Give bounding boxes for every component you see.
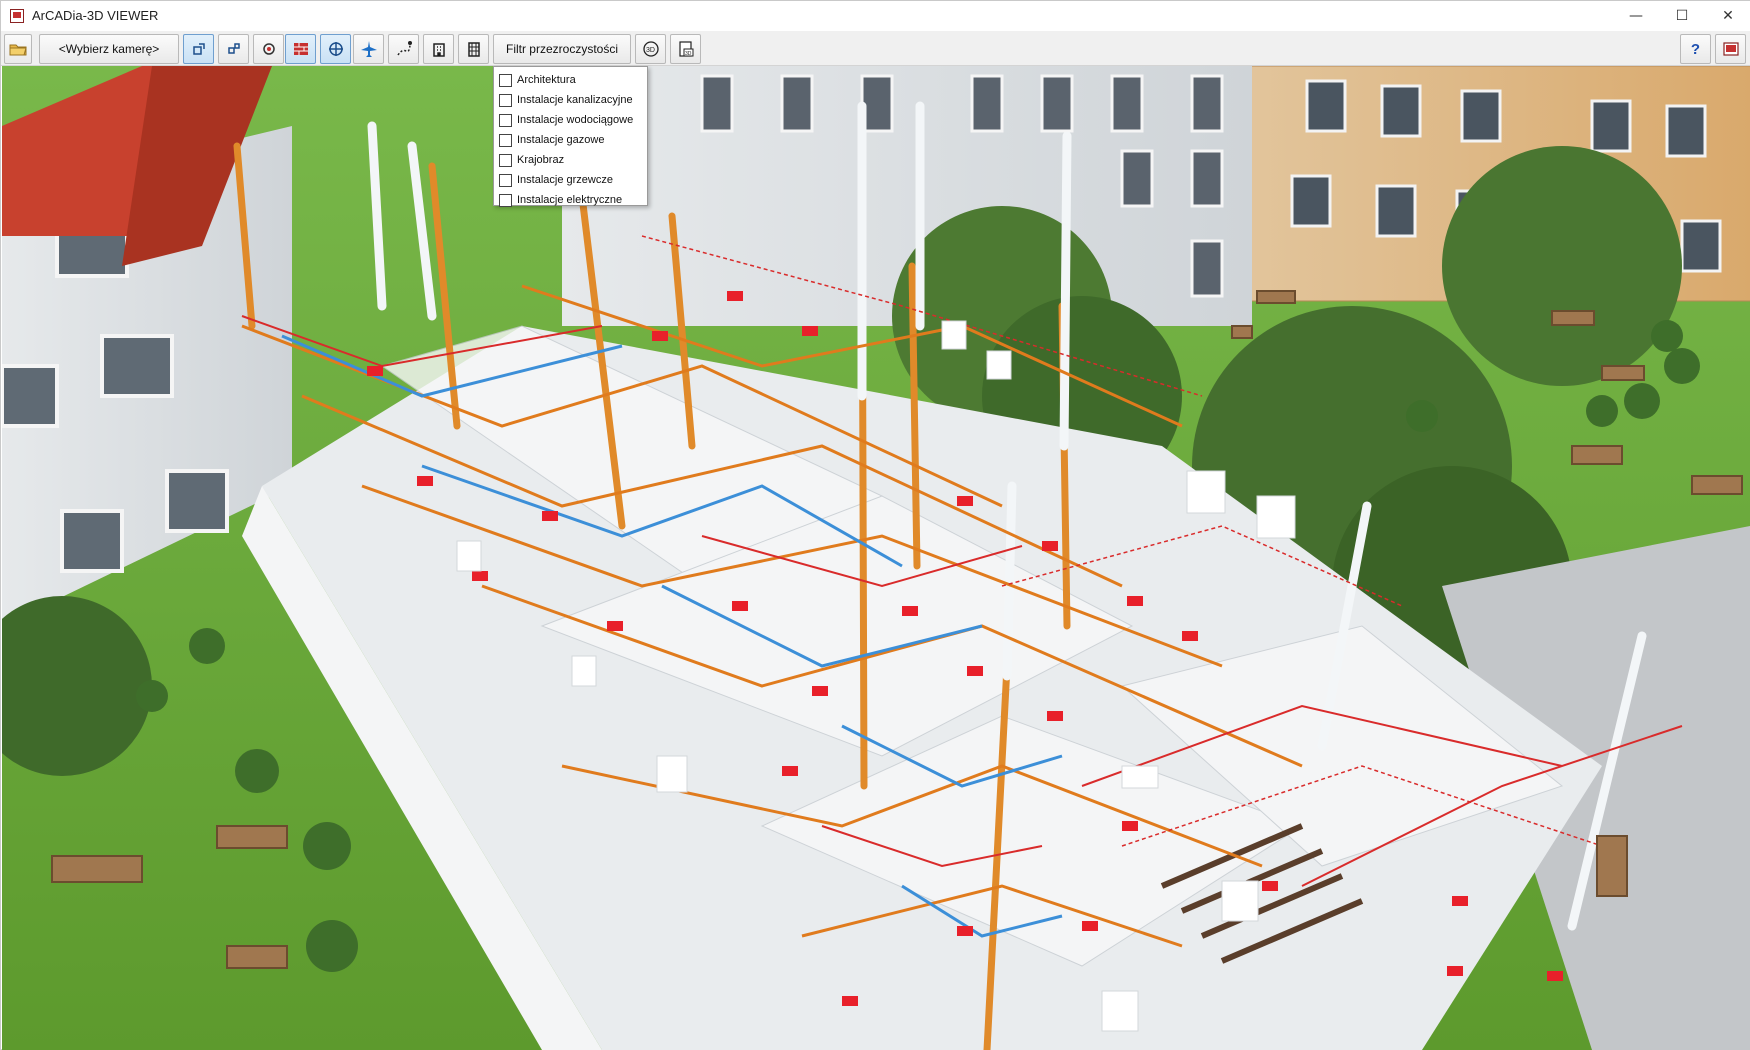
filter-item-architektura[interactable]: Architektura bbox=[494, 70, 647, 90]
filter-item-label: Instalacje wodociągowe bbox=[517, 114, 634, 126]
walk-mode-button[interactable] bbox=[320, 34, 351, 64]
section-view-button[interactable] bbox=[423, 34, 454, 64]
filter-item-elektryczne[interactable]: Instalacje elektryczne bbox=[494, 190, 647, 210]
maximize-button[interactable]: ☐ bbox=[1659, 1, 1705, 31]
checkbox[interactable] bbox=[499, 133, 512, 147]
wall-mode-button[interactable] bbox=[285, 34, 316, 64]
transparency-filter-menu: Architektura Instalacje kanalizacyjne In… bbox=[493, 66, 648, 207]
camera-select-button[interactable]: <Wybierz kamerę> bbox=[39, 34, 179, 64]
path-icon bbox=[396, 41, 412, 56]
close-button[interactable]: ✕ bbox=[1705, 1, 1750, 31]
building-section-icon bbox=[432, 43, 445, 57]
svg-text:3D: 3D bbox=[685, 51, 692, 57]
floors-view-button[interactable] bbox=[458, 34, 489, 64]
building-floors-icon bbox=[467, 42, 480, 57]
wall-icon bbox=[293, 43, 308, 55]
camera-pan-icon bbox=[227, 43, 240, 54]
app-logo-icon bbox=[1722, 42, 1739, 56]
export-image-button[interactable]: 3D bbox=[670, 34, 701, 64]
filter-item-label: Krajobraz bbox=[517, 154, 565, 166]
filter-item-label: Instalacje kanalizacyjne bbox=[517, 94, 633, 106]
path-mode-button[interactable] bbox=[388, 34, 419, 64]
open-folder-button[interactable] bbox=[4, 34, 32, 64]
rotate-3d-button[interactable]: 3D bbox=[635, 34, 666, 64]
checkbox[interactable] bbox=[499, 173, 512, 187]
app-window: ArCADia-3D VIEWER — ☐ ✕ <Wybierz kamerę> bbox=[0, 0, 1750, 1050]
filter-item-grzewcze[interactable]: Instalacje grzewcze bbox=[494, 170, 647, 190]
filter-item-label: Instalacje grzewcze bbox=[517, 174, 613, 186]
checkbox[interactable] bbox=[499, 153, 512, 167]
transparency-filter-button[interactable]: Filtr przezroczystości bbox=[493, 34, 631, 64]
svg-text:3D: 3D bbox=[646, 47, 655, 54]
checkbox[interactable] bbox=[499, 73, 512, 87]
fly-icon bbox=[360, 41, 377, 57]
walk-icon bbox=[328, 42, 343, 56]
app-icon bbox=[10, 9, 24, 23]
filter-item-label: Architektura bbox=[517, 74, 576, 86]
toolbar: <Wybierz kamerę> Filtr przezroczystości bbox=[1, 31, 1750, 66]
minimize-button[interactable]: — bbox=[1613, 1, 1659, 31]
filter-item-wodociagowe[interactable]: Instalacje wodociągowe bbox=[494, 110, 647, 130]
title-bar: ArCADia-3D VIEWER — ☐ ✕ bbox=[1, 1, 1750, 31]
3d-viewport[interactable] bbox=[2, 66, 1750, 1050]
fly-mode-button[interactable] bbox=[353, 34, 384, 64]
filter-item-kanalizacyjne[interactable]: Instalacje kanalizacyjne bbox=[494, 90, 647, 110]
filter-item-krajobraz[interactable]: Krajobraz bbox=[494, 150, 647, 170]
help-button[interactable]: ? bbox=[1680, 34, 1711, 64]
checkbox[interactable] bbox=[499, 193, 512, 207]
orbit-mode-button[interactable] bbox=[183, 34, 214, 64]
open-folder-icon bbox=[9, 44, 27, 56]
help-icon: ? bbox=[1690, 40, 1701, 58]
export-image-icon: 3D bbox=[678, 41, 693, 57]
camera-look-icon bbox=[262, 43, 275, 55]
3d-scene-render[interactable] bbox=[2, 66, 1750, 1050]
window-title: ArCADia-3D VIEWER bbox=[32, 8, 159, 23]
checkbox[interactable] bbox=[499, 113, 512, 127]
checkbox[interactable] bbox=[499, 93, 512, 107]
camera-orbit-icon bbox=[192, 43, 205, 55]
app-logo-button[interactable] bbox=[1715, 34, 1746, 64]
look-mode-button[interactable] bbox=[253, 34, 284, 64]
pan-mode-button[interactable] bbox=[218, 34, 249, 64]
3d-rotate-icon: 3D bbox=[642, 41, 659, 57]
filter-item-label: Instalacje elektryczne bbox=[517, 194, 623, 206]
filter-item-gazowe[interactable]: Instalacje gazowe bbox=[494, 130, 647, 150]
filter-item-label: Instalacje gazowe bbox=[517, 134, 605, 146]
